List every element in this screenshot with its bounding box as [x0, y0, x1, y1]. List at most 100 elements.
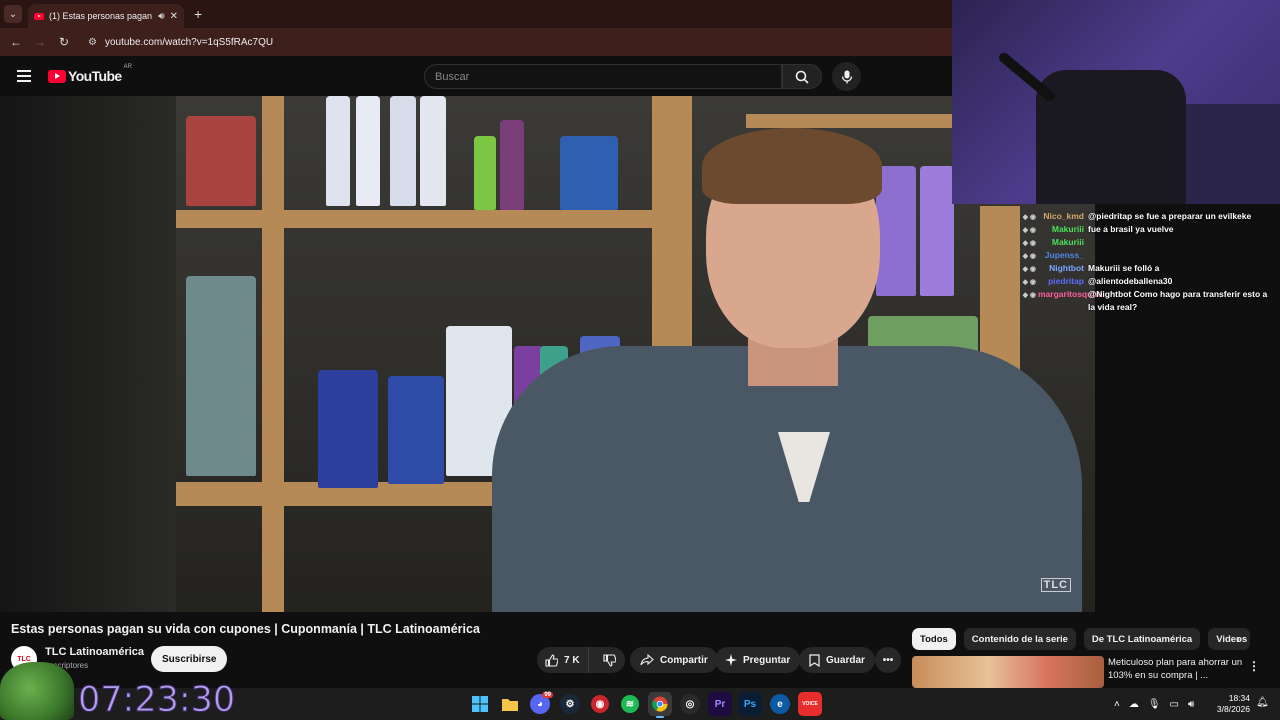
product-bottle: [920, 166, 954, 296]
microphone-tray-icon[interactable]: 🎙︎: [1148, 699, 1161, 710]
product-bottle: [326, 96, 350, 206]
like-dislike-group: 7 K: [537, 647, 625, 673]
chip-de-tlc[interactable]: De TLC Latinoamérica: [1083, 628, 1201, 650]
voicemod-icon[interactable]: VOICE: [798, 692, 822, 716]
chip-todos[interactable]: Todos: [912, 628, 956, 650]
notification-bell-icon[interactable]: 🔔︎: [1256, 697, 1269, 708]
chat-overlay: ◆ ◉ Nico_kmd @piedritap se fue a preparar …: [1000, 204, 1280, 322]
like-button[interactable]: 7 K: [537, 647, 589, 673]
chrome-icon[interactable]: [648, 692, 672, 718]
browser-tabbar: ⌄ (1) Estas personas pagan su vida con c…: [0, 0, 952, 28]
new-tab-icon[interactable]: +: [194, 6, 202, 22]
discord-icon[interactable]: ◕ 99: [530, 692, 553, 714]
product-bottle: [390, 96, 416, 206]
recommendation-menu-icon[interactable]: ⋮: [1248, 659, 1260, 673]
taskbar-apps: ◕ 99 ⚙︎ ◉ ≋ ◎ Pr Ps e VOICE: [468, 692, 822, 718]
clock-time: 18:34: [1228, 693, 1250, 703]
ask-label: Preguntar: [743, 654, 791, 666]
chat-username[interactable]: margaritosqube: [1038, 288, 1102, 301]
chat-line: ◆ ◉ margaritosqube@Nightbot Como hago par…: [1000, 288, 1268, 302]
search-input[interactable]: [435, 70, 781, 83]
shelf-plank: [176, 210, 676, 228]
chat-line: ◆ ◉ Makuriii: [1000, 236, 1088, 250]
person-hair: [702, 128, 882, 204]
close-tab-icon[interactable]: ✕: [170, 11, 178, 22]
youtube-logo[interactable]: YouTube AR: [48, 64, 132, 84]
microphone-icon: [841, 70, 852, 83]
share-label: Compartir: [660, 654, 708, 666]
subscribe-button[interactable]: Suscribirse: [151, 646, 228, 672]
chip-videos[interactable]: Videos: [1208, 628, 1251, 650]
edge-icon[interactable]: e: [770, 694, 790, 714]
save-button[interactable]: Guardar: [799, 647, 875, 673]
thumbs-up-icon: [545, 653, 558, 667]
chat-username[interactable]: Makuriii: [1038, 223, 1084, 236]
windows-start-icon[interactable]: [468, 692, 492, 716]
tray-expand-icon[interactable]: ˄: [1114, 699, 1120, 710]
search-box[interactable]: [424, 64, 782, 89]
logo-text: YouTube: [68, 68, 122, 84]
back-icon[interactable]: ←: [4, 35, 28, 49]
chevron-right-icon[interactable]: ›: [1236, 632, 1240, 646]
taskbar-clock[interactable]: 18:34 3/8/2026: [1212, 693, 1250, 715]
pepe-frog-overlay: [0, 662, 74, 720]
recommendation-title[interactable]: Meticuloso plan para ahorrar un 103% en …: [1108, 656, 1248, 682]
chat-username[interactable]: Nightbot: [1038, 262, 1084, 275]
url-text[interactable]: youtube.com/watch?v=1qS5fRAc7QU: [105, 37, 273, 48]
bookmark-icon: [809, 653, 820, 667]
tab-search-button[interactable]: ⌄: [4, 5, 22, 23]
share-button[interactable]: Compartir: [630, 647, 718, 673]
channel-name[interactable]: TLC Latinoamérica: [45, 646, 144, 658]
voice-search-button[interactable]: [832, 62, 861, 91]
chat-line: la vida real?: [1000, 301, 1137, 314]
share-icon: [640, 654, 654, 666]
search-button[interactable]: [782, 64, 822, 89]
premiere-icon[interactable]: Pr: [708, 692, 732, 716]
site-settings-icon[interactable]: ⚙︎: [88, 37, 97, 48]
more-actions-button[interactable]: •••: [875, 647, 901, 673]
search-icon: [795, 70, 809, 84]
chat-username[interactable]: Makuriii: [1038, 236, 1084, 249]
screen: ⌄ (1) Estas personas pagan su vida con c…: [0, 0, 1280, 720]
speaker-icon[interactable]: 🔊︎: [158, 11, 164, 22]
more-icon: •••: [882, 654, 894, 666]
chat-username[interactable]: Nico_kmd: [1038, 210, 1084, 223]
url-field[interactable]: ⚙︎ youtube.com/watch?v=1qS5fRAc7QU: [82, 31, 942, 53]
reload-icon[interactable]: ↻: [52, 35, 76, 49]
youtube-favicon-icon: [34, 12, 44, 20]
photoshop-icon[interactable]: Ps: [738, 692, 762, 716]
display-icon[interactable]: ▭: [1170, 699, 1179, 710]
chat-message: fue a brasil ya vuelve: [1088, 224, 1174, 234]
spotify-icon[interactable]: ≋: [621, 695, 639, 713]
country-code: AR: [123, 64, 132, 70]
browser-tab[interactable]: (1) Estas personas pagan su vida con cup…: [28, 4, 184, 28]
network-cloud-icon[interactable]: ☁︎: [1129, 699, 1139, 710]
menu-icon[interactable]: [17, 70, 31, 82]
file-explorer-icon[interactable]: [498, 692, 522, 716]
youtube-play-icon: [48, 69, 66, 83]
forward-icon[interactable]: →: [28, 35, 52, 49]
thumbs-down-icon: [603, 653, 616, 667]
chat-message: Makuriii se folló a: [1088, 263, 1160, 273]
dislike-button[interactable]: [595, 653, 624, 667]
chat-username[interactable]: Jupenss_: [1038, 249, 1084, 262]
chat-line: ◆ ◉ Nightbot Makuriii se folló a: [1000, 262, 1160, 276]
product-bottle: [876, 166, 916, 296]
obs-icon[interactable]: ◎: [680, 694, 700, 714]
recommendation-thumbnail[interactable]: [912, 656, 1104, 688]
chat-message: @alientodeballena30: [1088, 276, 1173, 286]
chat-line: ◆ ◉ Makuriii fue a brasil ya vuelve: [1000, 223, 1174, 237]
chip-contenido-serie[interactable]: Contenido de la serie: [963, 628, 1076, 650]
chat-username[interactable]: piedritap: [1038, 275, 1084, 288]
video-title: Estas personas pagan su vida con cupones…: [11, 622, 480, 636]
steam-icon[interactable]: ⚙︎: [560, 694, 580, 714]
red-app-icon[interactable]: ◉: [591, 695, 609, 713]
product-bottle: [318, 370, 378, 488]
video-player[interactable]: TLC: [0, 96, 1095, 612]
ask-button[interactable]: Preguntar: [715, 647, 801, 673]
webcam-chair: [1036, 70, 1186, 204]
chat-line: ◆ ◉ Nico_kmd @piedritap se fue a preparar …: [1000, 210, 1252, 224]
volume-icon[interactable]: 🔊︎: [1188, 699, 1194, 710]
shelf-plank: [746, 114, 952, 128]
browser-addressbar: ← → ↻ ⚙︎ youtube.com/watch?v=1qS5fRAc7QU: [0, 28, 952, 56]
